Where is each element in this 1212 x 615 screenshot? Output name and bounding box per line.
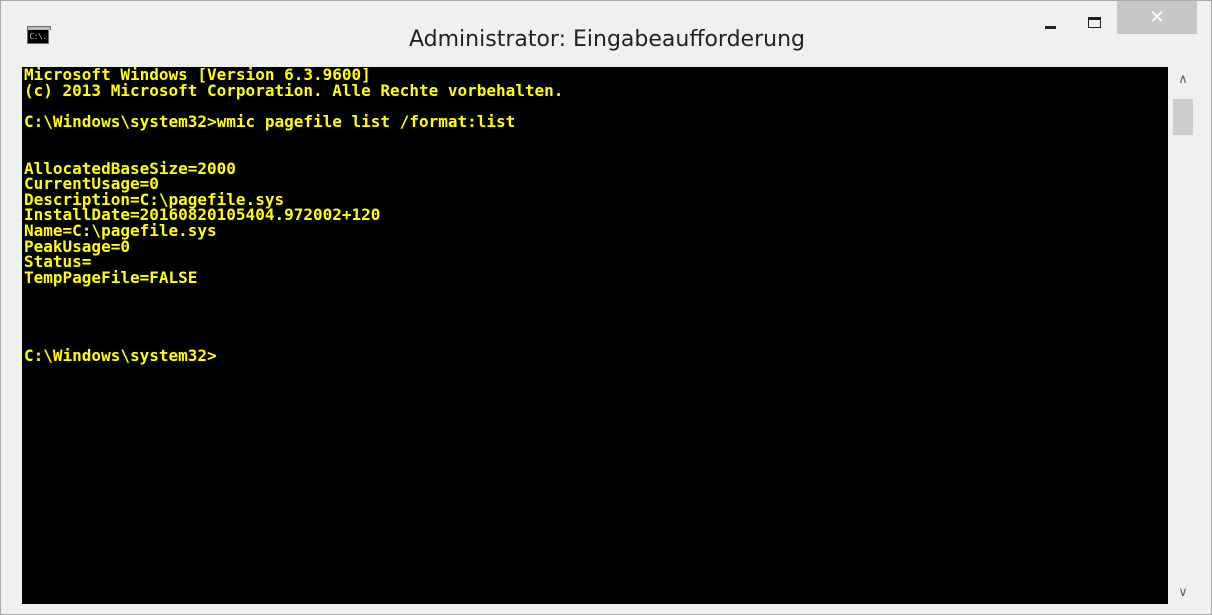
console-line: C:\Windows\system32>: [24, 345, 217, 365]
vertical-scrollbar[interactable]: ∧ ∨: [1168, 67, 1198, 604]
console-text: Microsoft Windows [Version 6.3.9600] (c) …: [22, 67, 1168, 363]
chevron-down-icon: ∨: [1178, 584, 1188, 600]
maximize-icon: [1087, 16, 1101, 28]
console-line: (c) 2013 Microsoft Corporation. Alle Rec…: [24, 80, 564, 100]
title-bar[interactable]: C:\. Administrator: Eingabeaufforderung …: [1, 1, 1211, 67]
chevron-up-icon: ∧: [1178, 71, 1188, 87]
console-window: C:\. Administrator: Eingabeaufforderung …: [0, 0, 1212, 615]
close-button[interactable]: ✕: [1117, 1, 1197, 34]
scroll-up-button[interactable]: ∧: [1168, 67, 1198, 91]
maximize-button[interactable]: [1073, 1, 1115, 43]
scroll-down-button[interactable]: ∨: [1168, 580, 1198, 604]
console-line: C:\Windows\system32>wmic pagefile list /…: [24, 111, 516, 131]
scrollbar-thumb[interactable]: [1173, 99, 1193, 135]
console-line: Name=C:\pagefile.sys: [24, 220, 217, 240]
console-line: TempPageFile=FALSE: [24, 267, 198, 287]
console-line: AllocatedBaseSize=2000: [24, 158, 236, 178]
minimize-button[interactable]: [1027, 1, 1073, 43]
close-icon: ✕: [1149, 6, 1165, 28]
console-output[interactable]: Microsoft Windows [Version 6.3.9600] (c) …: [22, 67, 1168, 604]
console-line: PeakUsage=0: [24, 236, 130, 256]
minimize-icon: [1044, 25, 1056, 29]
